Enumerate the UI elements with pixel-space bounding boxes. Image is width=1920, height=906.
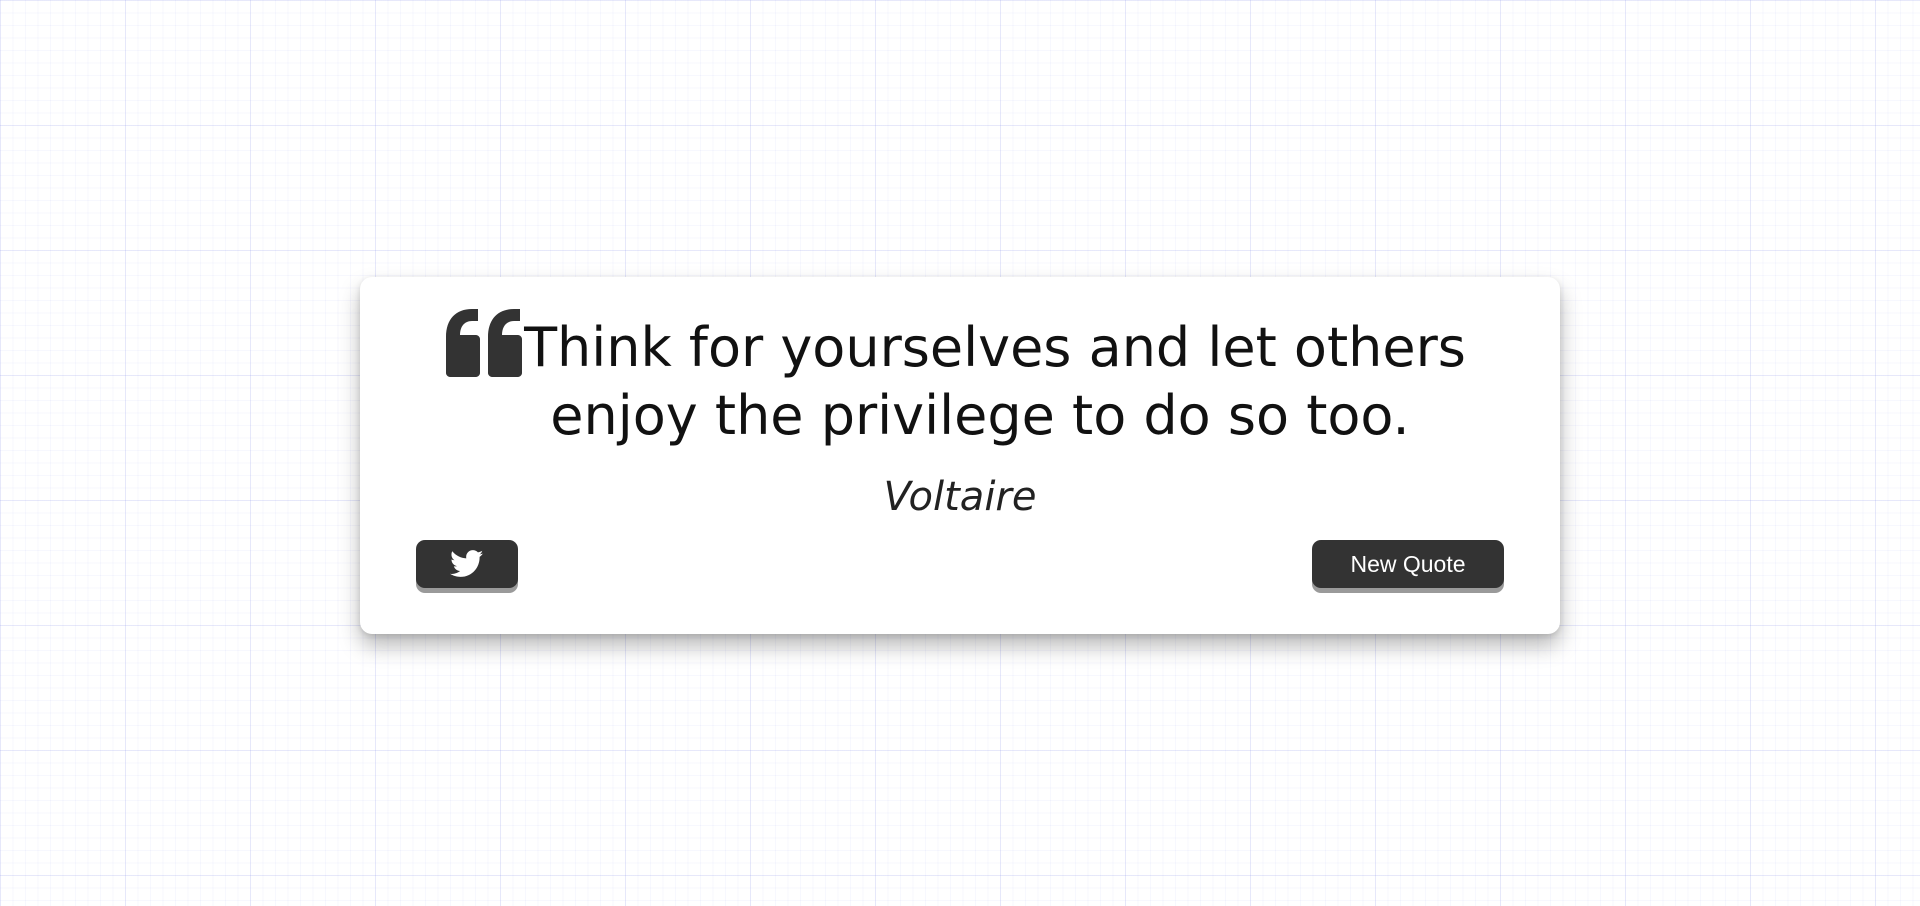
quote-card: Think for yourselves and let others enjo… xyxy=(360,277,1560,634)
new-quote-button[interactable]: New Quote xyxy=(1312,540,1504,588)
quote-text-content: Think for yourselves and let others enjo… xyxy=(524,316,1466,447)
quote-author: Voltaire xyxy=(883,474,1037,520)
tweet-button[interactable] xyxy=(416,540,518,588)
quote-text: Think for yourselves and let others enjo… xyxy=(480,314,1480,450)
twitter-icon xyxy=(450,550,484,577)
